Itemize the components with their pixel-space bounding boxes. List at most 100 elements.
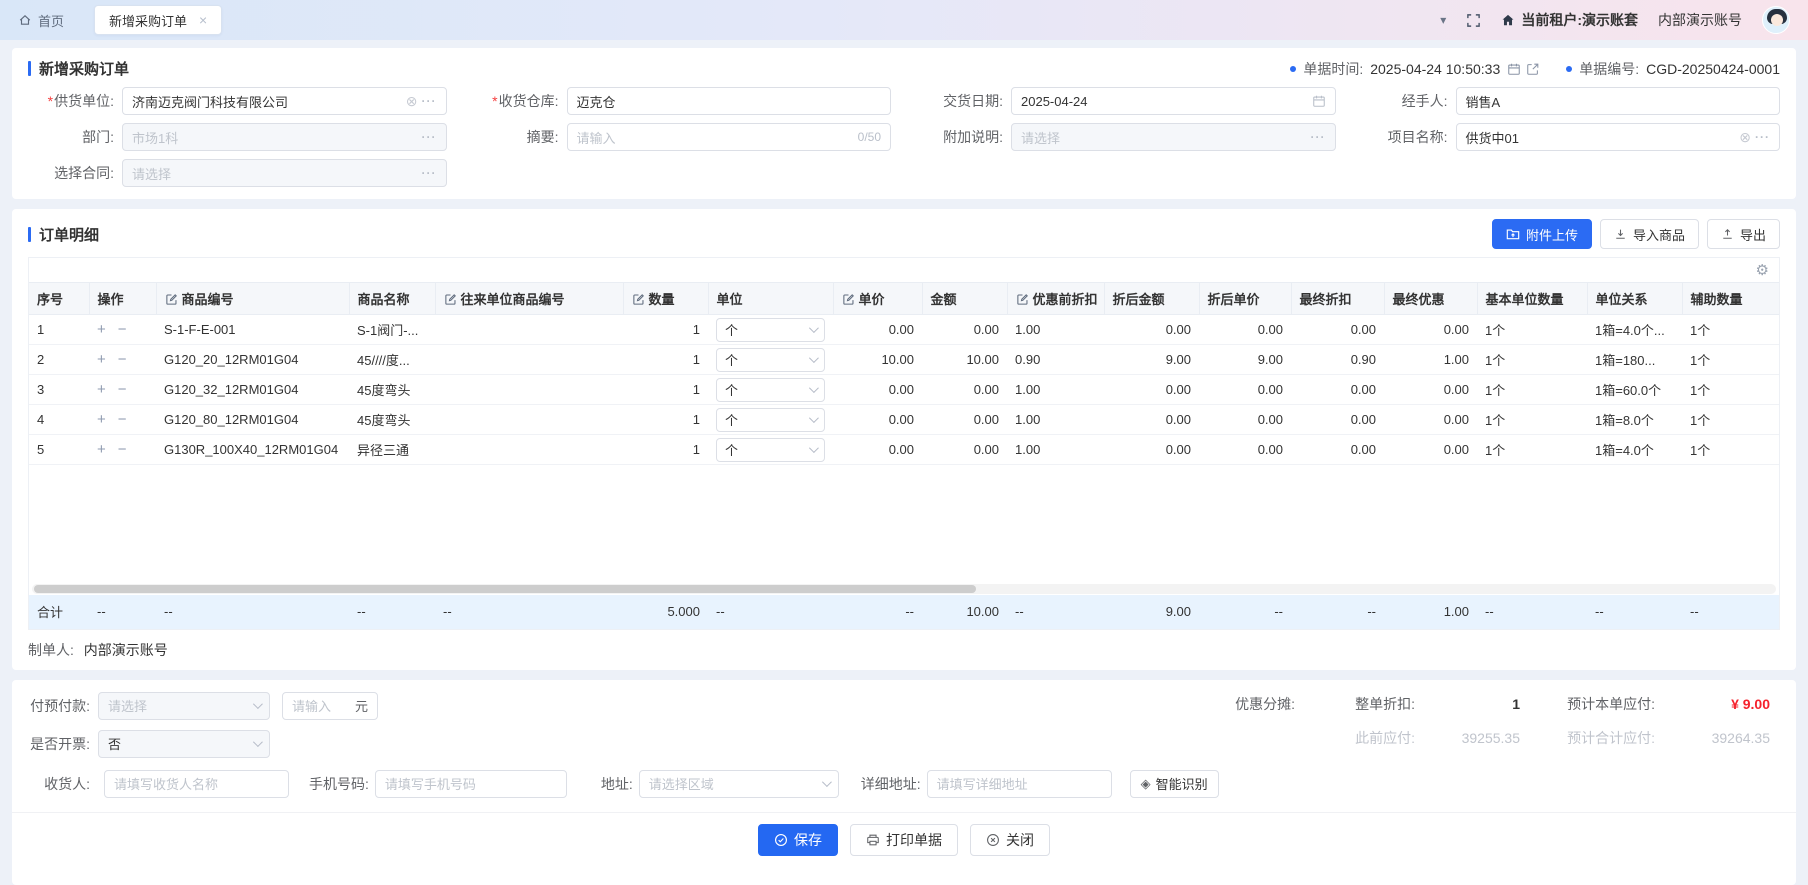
tenant-label: 当前租户:演示账套 [1521, 10, 1638, 30]
whole-discount-label: 整单折扣: [1305, 694, 1415, 714]
more-icon[interactable]: ··· [422, 166, 437, 180]
receiver-input[interactable]: 请填写收货人名称 [104, 770, 289, 798]
add-row-icon[interactable]: + [97, 411, 106, 428]
add-row-icon[interactable]: + [97, 321, 106, 338]
address-row: 收货人: 请填写收货人名称 手机号码: 请填写手机号码 地址: 请选择区域 详细… [28, 770, 1780, 798]
field-department: 部门: 市场1科 ··· [28, 123, 447, 151]
upload-attachment-button[interactable]: 附件上传 [1492, 219, 1592, 249]
unit-select[interactable]: 个 [716, 438, 825, 462]
more-icon[interactable]: ··· [422, 94, 437, 108]
unit-select[interactable]: 个 [716, 318, 825, 342]
unit-select[interactable]: 个 [716, 408, 825, 432]
home-nav[interactable]: 首页 [18, 11, 64, 30]
add-row-icon[interactable]: + [97, 351, 106, 368]
scrollbar-thumb[interactable] [34, 585, 976, 593]
summary-input[interactable]: 请输入 0/50 [567, 123, 892, 151]
chevron-down-icon [253, 699, 263, 709]
creator-label: 制单人: [28, 642, 74, 658]
field-note: 附加说明: 请选择 ··· [917, 123, 1336, 151]
export-button[interactable]: 导出 [1707, 219, 1780, 249]
detail-table-body: 1+−S-1-F-E-001S-1阀门-...1个0.000.001.000.0… [29, 315, 1779, 465]
invoice-select[interactable]: 否 [98, 730, 270, 758]
chevron-down-icon [822, 777, 832, 787]
unit-select[interactable]: 个 [716, 348, 825, 372]
region-select[interactable]: 请选择区域 [639, 770, 839, 798]
calendar-icon[interactable] [1507, 62, 1521, 76]
prepay-select[interactable]: 请选择 [98, 692, 270, 720]
edit-time-icon[interactable] [1526, 62, 1540, 76]
close-circle-icon [986, 833, 1000, 847]
unit-select[interactable]: 个 [716, 378, 825, 402]
remove-row-icon[interactable]: − [118, 381, 127, 398]
avatar[interactable] [1762, 6, 1790, 34]
department-input[interactable]: 市场1科 ··· [122, 123, 447, 151]
add-row-icon[interactable]: + [97, 381, 106, 398]
remove-row-icon[interactable]: − [118, 351, 127, 368]
clear-icon[interactable]: ⊗ [1739, 129, 1751, 146]
doc-time-value: 2025-04-24 10:50:33 [1370, 61, 1500, 77]
remove-row-icon[interactable]: − [118, 321, 127, 338]
import-icon [1614, 228, 1627, 241]
edit-column-icon [444, 293, 457, 306]
fullscreen-icon[interactable] [1466, 13, 1481, 28]
contract-input[interactable]: 请选择 ··· [122, 159, 447, 187]
delivery-date-input[interactable]: 2025-04-24 [1011, 87, 1336, 115]
tab-new-purchase-order[interactable]: 新增采购订单 × [94, 5, 222, 35]
totals-summary: 优惠分摊: 整单折扣: 1 预计本单应付: ¥ 9.00 此前应付: 39255… [1205, 694, 1770, 748]
warehouse-input[interactable]: 迈克仓 [567, 87, 892, 115]
account-name[interactable]: 内部演示账号 [1658, 10, 1742, 30]
table-empty-space [29, 465, 1779, 583]
scrollbar-row [29, 583, 1779, 595]
supplier-input[interactable]: 济南迈克阀门科技有限公司 ⊗ ··· [122, 87, 447, 115]
action-bar: 保存 打印单据 关闭 [12, 812, 1796, 868]
blue-dot-icon [1566, 66, 1572, 72]
add-row-icon[interactable]: + [97, 441, 106, 458]
table-settings-gear-icon[interactable]: ⚙ [1756, 263, 1769, 278]
column-header: 商品名称 [349, 283, 435, 315]
total-payable-value: 39264.35 [1665, 730, 1770, 746]
column-header: 金额 [922, 283, 1007, 315]
more-icon[interactable]: ··· [422, 130, 437, 144]
home-icon [18, 13, 32, 27]
handler-input[interactable]: 销售A [1456, 87, 1781, 115]
doc-number-value: CGD-20250424-0001 [1646, 61, 1780, 77]
doc-number-label: 单据编号: [1579, 59, 1639, 79]
column-header: 操作 [89, 283, 156, 315]
horizontal-scrollbar[interactable] [32, 584, 1776, 594]
column-header: 最终优惠 [1384, 283, 1477, 315]
phone-input[interactable]: 请填写手机号码 [375, 770, 567, 798]
column-header: 单位关系 [1587, 283, 1682, 315]
address-input[interactable]: 请填写详细地址 [927, 770, 1112, 798]
detail-table-box: ⚙ 序号操作商品编号商品名称往来单位商品编号数量单位单价金额优惠前折扣折后金额折… [28, 257, 1780, 630]
column-header: 折后金额 [1104, 283, 1199, 315]
prepay-amount-input[interactable]: 请输入 元 [282, 692, 378, 720]
project-input[interactable]: 供货中01 ⊗ ··· [1456, 123, 1781, 151]
chevron-down-icon[interactable]: ▾ [1440, 13, 1446, 27]
more-icon[interactable]: ··· [1755, 130, 1770, 144]
column-header: 优惠前折扣 [1007, 283, 1104, 315]
creator-line: 制单人: 内部演示账号 [28, 640, 1780, 660]
unit-suffix: 元 [355, 696, 368, 715]
printer-icon [866, 833, 880, 847]
more-icon[interactable]: ··· [1311, 130, 1326, 144]
remove-row-icon[interactable]: − [118, 441, 127, 458]
close-button[interactable]: 关闭 [970, 824, 1050, 856]
chevron-down-icon [253, 737, 263, 747]
topbar-right: ▾ 当前租户:演示账套 内部演示账号 [1440, 6, 1790, 34]
title-accent-bar [28, 61, 31, 76]
clear-icon[interactable]: ⊗ [406, 93, 418, 110]
field-delivery-date: 交货日期: 2025-04-24 [917, 87, 1336, 115]
prev-payable-label: 此前应付: [1305, 728, 1415, 748]
table-row: 2+−G120_20_12RM01G0445////度...1个10.0010.… [29, 345, 1779, 375]
table-row: 4+−G120_80_12RM01G0445度弯头1个0.000.001.000… [29, 405, 1779, 435]
remove-row-icon[interactable]: − [118, 411, 127, 428]
column-header: 单价 [833, 283, 922, 315]
save-button[interactable]: 保存 [758, 824, 838, 856]
smart-recognition-button[interactable]: ◈ 智能识别 [1130, 770, 1219, 798]
tenant-info[interactable]: 当前租户:演示账套 [1501, 10, 1638, 30]
note-input[interactable]: 请选择 ··· [1011, 123, 1336, 151]
print-button[interactable]: 打印单据 [850, 824, 958, 856]
tab-close-icon[interactable]: × [199, 12, 207, 28]
edit-column-icon [165, 293, 178, 306]
import-products-button[interactable]: 导入商品 [1600, 219, 1699, 249]
